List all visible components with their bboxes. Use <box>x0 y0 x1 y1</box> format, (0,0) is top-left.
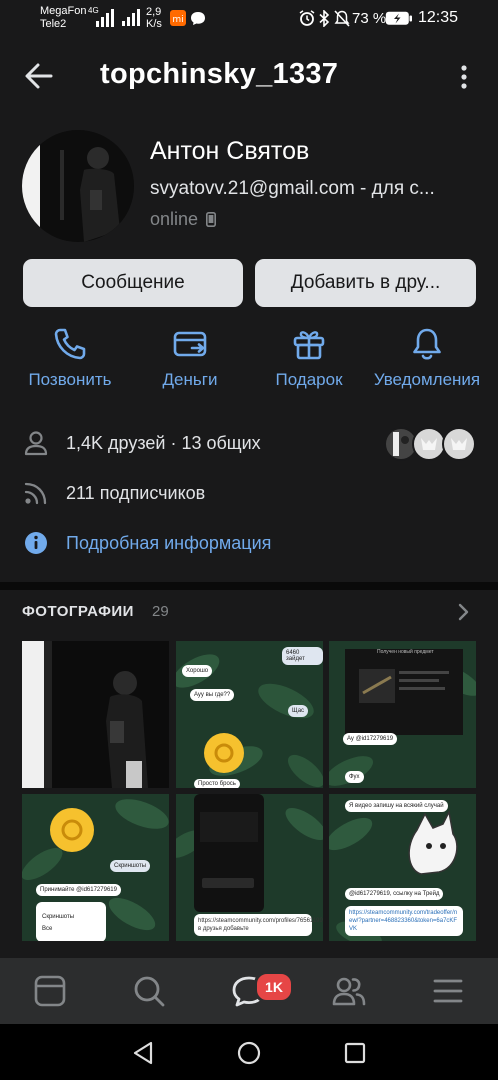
chat-bubble: Хорошо <box>182 665 213 677</box>
menu-icon <box>433 979 463 1003</box>
triangle-back-icon <box>133 1041 153 1065</box>
square-recents-icon <box>344 1042 366 1064</box>
chat-text: Все <box>42 926 53 932</box>
chat-bubble: Скриншоты <box>110 860 151 872</box>
chat-bubble: 6460 зайдет <box>282 647 323 665</box>
photo-thumbnail[interactable]: https://steamcommunity.com/profiles/7656… <box>176 794 323 941</box>
notifications-label: Уведомления <box>373 370 481 389</box>
gift-action[interactable]: Подарок <box>249 326 369 390</box>
call-label: Позвонить <box>28 370 112 389</box>
details-link[interactable]: Подробная информация <box>66 533 271 554</box>
tab-friends[interactable] <box>332 975 366 1007</box>
chat-bubble: Щас <box>288 705 309 717</box>
user-icon <box>24 430 48 456</box>
more-vertical-icon <box>461 65 467 89</box>
speed-value: 2,9 <box>146 6 162 18</box>
mute-icon <box>334 10 350 27</box>
followers-icon <box>24 481 48 505</box>
notifications-action[interactable]: Уведомления <box>367 326 487 390</box>
app-notification-icon: mi <box>170 10 186 26</box>
photo-thumbnail[interactable]: Получен новый предмет Ау @id17279619 Фух <box>329 641 476 788</box>
chat-bubble: Я видео запишу на всякий случай <box>345 800 448 812</box>
chat-bubble: https://steamcommunity.com/profiles/7656… <box>194 914 323 936</box>
friends-icon <box>332 977 366 1006</box>
online-label: online <box>150 209 199 229</box>
photo-thumbnail[interactable]: Я видео запишу на всякий случай @id61727… <box>329 794 476 941</box>
newsfeed-icon <box>34 975 66 1007</box>
tab-search[interactable] <box>133 975 165 1007</box>
mobile-icon <box>206 212 217 227</box>
add-friend-button[interactable]: Добавить в дру... <box>255 259 476 307</box>
bluetooth-icon <box>318 10 330 27</box>
carrier-2: Tele2 <box>40 18 67 30</box>
chat-notification-icon <box>190 11 206 26</box>
status-bar: MegaFon Tele2 4G 2,9 K/s mi 73 % 12:35 <box>0 0 498 38</box>
speed-unit: K/s <box>146 18 162 30</box>
mutual-friends-avatars[interactable] <box>383 426 479 462</box>
profile-avatar[interactable] <box>22 130 134 242</box>
chat-text: Скриншоты <box>42 914 75 920</box>
chevron-right-icon <box>458 603 469 621</box>
phone-icon <box>52 326 88 362</box>
chat-bubble: Ауу вы где?? <box>190 689 235 701</box>
info-icon <box>24 531 48 555</box>
money-action[interactable]: Деньги <box>130 326 250 390</box>
gift-icon <box>291 326 327 362</box>
alarm-icon <box>299 10 315 27</box>
svg-text:mi: mi <box>172 15 183 25</box>
photo-thumbnail[interactable] <box>22 641 169 788</box>
gift-label: Подарок <box>275 370 343 389</box>
nav-recents-button[interactable] <box>344 1042 366 1064</box>
system-nav-bar <box>0 1024 498 1080</box>
followers-count[interactable]: 211 подписчиков <box>66 483 205 504</box>
page-title: topchinsky_1337 <box>100 58 339 90</box>
signal-2-icon <box>122 9 140 27</box>
carrier-1: MegaFon <box>40 5 87 17</box>
clock: 12:35 <box>418 9 459 26</box>
chat-bubble: https://steamcommunity.com/tradeoffer/ne… <box>345 906 463 936</box>
call-action[interactable]: Позвонить <box>10 326 130 390</box>
chat-bubble: @id617279619, ссылку на Трейд <box>345 888 444 900</box>
nav-home-button[interactable] <box>237 1041 261 1065</box>
chat-bubble: Принимайте @id617279619 <box>36 884 121 896</box>
tab-newsfeed[interactable] <box>34 975 66 1007</box>
friends-count[interactable]: 1,4K друзей · 13 общих <box>66 433 261 454</box>
chat-bubble: Фух <box>345 771 364 783</box>
photos-more-button[interactable] <box>458 603 470 621</box>
bottom-tab-bar <box>0 958 498 1024</box>
more-options-button[interactable] <box>458 64 470 90</box>
online-status: online <box>150 209 217 230</box>
photos-section-title[interactable]: ФОТОГРАФИИ <box>22 603 134 620</box>
money-label: Деньги <box>162 370 218 389</box>
tab-menu[interactable] <box>433 977 463 1005</box>
photos-count: 29 <box>152 603 169 620</box>
forwarded-message: Скриншоты Все <box>36 902 106 941</box>
bell-icon <box>409 326 445 362</box>
photo-thumbnail[interactable]: Скриншоты Принимайте @id617279619 Скринш… <box>22 794 169 941</box>
profile-name: Антон Святов <box>150 137 310 165</box>
messages-badge: 1K <box>254 971 294 1003</box>
screenshot-caption: Получен новый предмет <box>377 649 434 655</box>
circle-home-icon <box>237 1041 261 1065</box>
money-transfer-icon <box>172 326 208 362</box>
photo-thumbnail[interactable]: 6460 зайдет Хорошо Ауу вы где?? Щас Прос… <box>176 641 323 788</box>
battery-icon <box>385 11 413 26</box>
message-button[interactable]: Сообщение <box>23 259 243 307</box>
chat-bubble: Ау @id17279619 <box>343 733 398 745</box>
back-button[interactable] <box>24 62 54 90</box>
signal-icon <box>96 7 116 29</box>
search-icon <box>134 976 165 1007</box>
carrier-info: MegaFon Tele2 <box>40 5 86 31</box>
battery-percent: 73 % <box>352 10 387 27</box>
nav-back-button[interactable] <box>132 1041 154 1065</box>
chat-bubble: Просто брось <box>194 779 240 788</box>
section-divider <box>0 582 498 590</box>
back-arrow-icon <box>25 63 53 89</box>
network-speed: 2,9 K/s <box>146 6 162 30</box>
profile-status[interactable]: svyatovv.21@gmail.com - для с... <box>150 178 490 200</box>
